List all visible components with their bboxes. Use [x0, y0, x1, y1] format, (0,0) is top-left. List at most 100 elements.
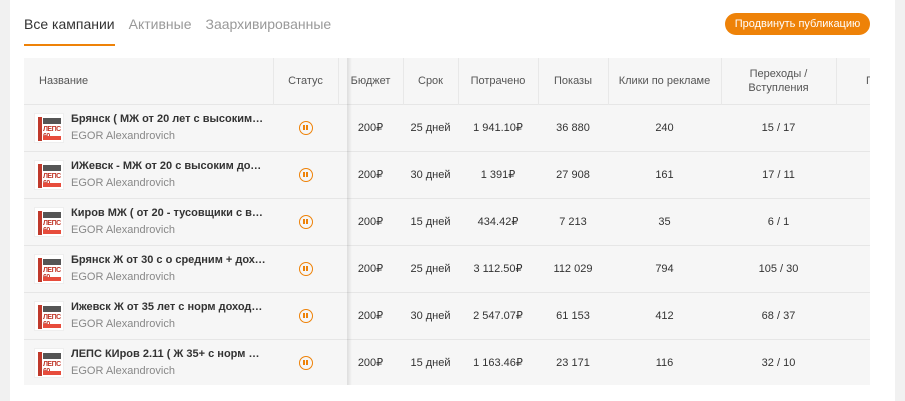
pause-circle-icon[interactable] [298, 120, 313, 135]
shows-cell: 36 880 [538, 103, 608, 151]
status-cell [273, 150, 338, 198]
campaign-title[interactable]: Брянск ( МЖ от 20 лет с высоким доходом [71, 112, 266, 127]
table-row[interactable]: ЛЕПС 60 Киров МЖ ( от 20 - тусовщики с в… [24, 197, 870, 245]
spent-cell: 1 163.46₽ [458, 338, 538, 385]
budget-cell: 200₽ [338, 291, 403, 339]
pause-circle-icon[interactable] [298, 355, 313, 370]
col-name[interactable]: Название [24, 58, 274, 104]
clicks-cell: 35 [608, 197, 721, 245]
col-transitions[interactable]: Переходы / Вступления [721, 58, 837, 104]
table-row[interactable]: ЛЕПС 60 Ижевск Ж от 35 лет с норм доходо… [24, 291, 870, 339]
tab-archived[interactable]: Заархивированные [205, 0, 331, 46]
budget-cell: 200₽ [338, 244, 403, 292]
extra-cell [836, 197, 870, 245]
col-clicks[interactable]: Клики по рекламе [608, 58, 722, 104]
budget-cell: 200₽ [338, 150, 403, 198]
term-cell: 30 дней [403, 291, 458, 339]
budget-cell: 200₽ [338, 338, 403, 385]
campaign-thumbnail[interactable]: ЛЕПС 60 [34, 347, 64, 378]
campaign-title[interactable]: ЛЕПС КИров 2.11 ( Ж 35+ с норм доходом [71, 347, 266, 362]
campaign-title[interactable]: Киров МЖ ( от 20 - тусовщики с высоким [71, 206, 266, 221]
pause-circle-icon[interactable] [298, 308, 313, 323]
shows-cell: 7 213 [538, 197, 608, 245]
campaigns-card: Все кампании Активные Заархивированные П… [10, 0, 895, 401]
campaign-author: EGOR Alexandrovich [71, 176, 175, 189]
campaigns-table-wrap[interactable]: Название Статус Бюджет Срок Потрачено По… [24, 58, 870, 385]
transitions-cell: 6 / 1 [721, 197, 836, 245]
col-term[interactable]: Срок [403, 58, 459, 104]
campaign-tabs: Все кампании Активные Заархивированные [24, 0, 345, 46]
campaign-thumbnail[interactable]: ЛЕПС 60 [34, 300, 64, 331]
campaign-thumbnail[interactable]: ЛЕПС 60 [34, 159, 64, 190]
campaign-author: EGOR Alexandrovich [71, 317, 175, 330]
tab-active[interactable]: Активные [129, 0, 192, 46]
clicks-cell: 240 [608, 103, 721, 151]
shows-cell: 112 029 [538, 244, 608, 292]
pause-circle-icon[interactable] [298, 261, 313, 276]
campaign-author: EGOR Alexandrovich [71, 364, 175, 377]
extra-cell [836, 244, 870, 292]
name-cell: ЛЕПС 60 ЛЕПС КИров 2.11 ( Ж 35+ с норм д… [24, 338, 273, 385]
clicks-cell: 412 [608, 291, 721, 339]
name-cell: ЛЕПС 60 Брянск Ж от 30 с о средним + дох… [24, 244, 273, 292]
campaign-thumbnail[interactable]: ЛЕПС 60 [34, 112, 64, 143]
col-budget[interactable]: Бюджет [338, 58, 404, 104]
clicks-cell: 794 [608, 244, 721, 292]
col-shows[interactable]: Показы [538, 58, 609, 104]
status-cell [273, 291, 338, 339]
extra-cell [836, 103, 870, 151]
promote-publication-button[interactable]: Продвинуть публикацию [725, 13, 870, 35]
campaign-author: EGOR Alexandrovich [71, 129, 175, 142]
transitions-cell: 32 / 10 [721, 338, 836, 385]
term-cell: 25 дней [403, 103, 458, 151]
transitions-cell: 17 / 11 [721, 150, 836, 198]
status-cell [273, 197, 338, 245]
table-row[interactable]: ЛЕПС 60 ИЖевск - МЖ от 20 с высоким дохо… [24, 150, 870, 198]
table-row[interactable]: ЛЕПС 60 Брянск Ж от 30 с о средним + дох… [24, 244, 870, 292]
campaign-thumbnail[interactable]: ЛЕПС 60 [34, 253, 64, 284]
transitions-cell: 68 / 37 [721, 291, 836, 339]
name-cell: ЛЕПС 60 Ижевск Ж от 35 лет с норм доходо… [24, 291, 273, 339]
budget-cell: 200₽ [338, 103, 403, 151]
status-cell [273, 103, 338, 151]
pause-circle-icon[interactable] [298, 167, 313, 182]
term-cell: 25 дней [403, 244, 458, 292]
term-cell: 15 дней [403, 338, 458, 385]
name-cell: ЛЕПС 60 ИЖевск - МЖ от 20 с высоким дохо… [24, 150, 273, 198]
name-cell: ЛЕПС 60 Киров МЖ ( от 20 - тусовщики с в… [24, 197, 273, 245]
campaign-author: EGOR Alexandrovich [71, 223, 175, 236]
shows-cell: 27 908 [538, 150, 608, 198]
status-cell [273, 338, 338, 385]
col-spent[interactable]: Потрачено [458, 58, 539, 104]
shows-cell: 23 171 [538, 338, 608, 385]
campaign-thumbnail[interactable]: ЛЕПС 60 [34, 206, 64, 237]
pause-circle-icon[interactable] [298, 214, 313, 229]
name-cell: ЛЕПС 60 Брянск ( МЖ от 20 лет с высоким … [24, 103, 273, 151]
table-row[interactable]: ЛЕПС 60 ЛЕПС КИров 2.11 ( Ж 35+ с норм д… [24, 338, 870, 385]
extra-cell [836, 291, 870, 339]
campaign-author: EGOR Alexandrovich [71, 270, 175, 283]
clicks-cell: 116 [608, 338, 721, 385]
term-cell: 15 дней [403, 197, 458, 245]
status-cell [273, 244, 338, 292]
table-row[interactable]: ЛЕПС 60 Брянск ( МЖ от 20 лет с высоким … [24, 103, 870, 151]
extra-cell [836, 150, 870, 198]
tab-all-campaigns[interactable]: Все кампании [24, 0, 115, 46]
table-header: Название Статус Бюджет Срок Потрачено По… [24, 58, 870, 104]
spent-cell: 434.42₽ [458, 197, 538, 245]
budget-cell: 200₽ [338, 197, 403, 245]
spent-cell: 1 391₽ [458, 150, 538, 198]
campaigns-table: Название Статус Бюджет Срок Потрачено По… [24, 58, 870, 385]
spent-cell: 3 112.50₽ [458, 244, 538, 292]
extra-cell [836, 338, 870, 385]
campaign-title[interactable]: Брянск Ж от 30 с о средним + доходом [71, 253, 266, 268]
col-status[interactable]: Статус [273, 58, 339, 104]
col-extra[interactable]: П [836, 58, 870, 104]
clicks-cell: 161 [608, 150, 721, 198]
campaign-title[interactable]: ИЖевск - МЖ от 20 с высоким доходом [71, 159, 266, 174]
campaign-title[interactable]: Ижевск Ж от 35 лет с норм доходом [71, 300, 266, 315]
shows-cell: 61 153 [538, 291, 608, 339]
term-cell: 30 дней [403, 150, 458, 198]
spent-cell: 1 941.10₽ [458, 103, 538, 151]
transitions-cell: 105 / 30 [721, 244, 836, 292]
